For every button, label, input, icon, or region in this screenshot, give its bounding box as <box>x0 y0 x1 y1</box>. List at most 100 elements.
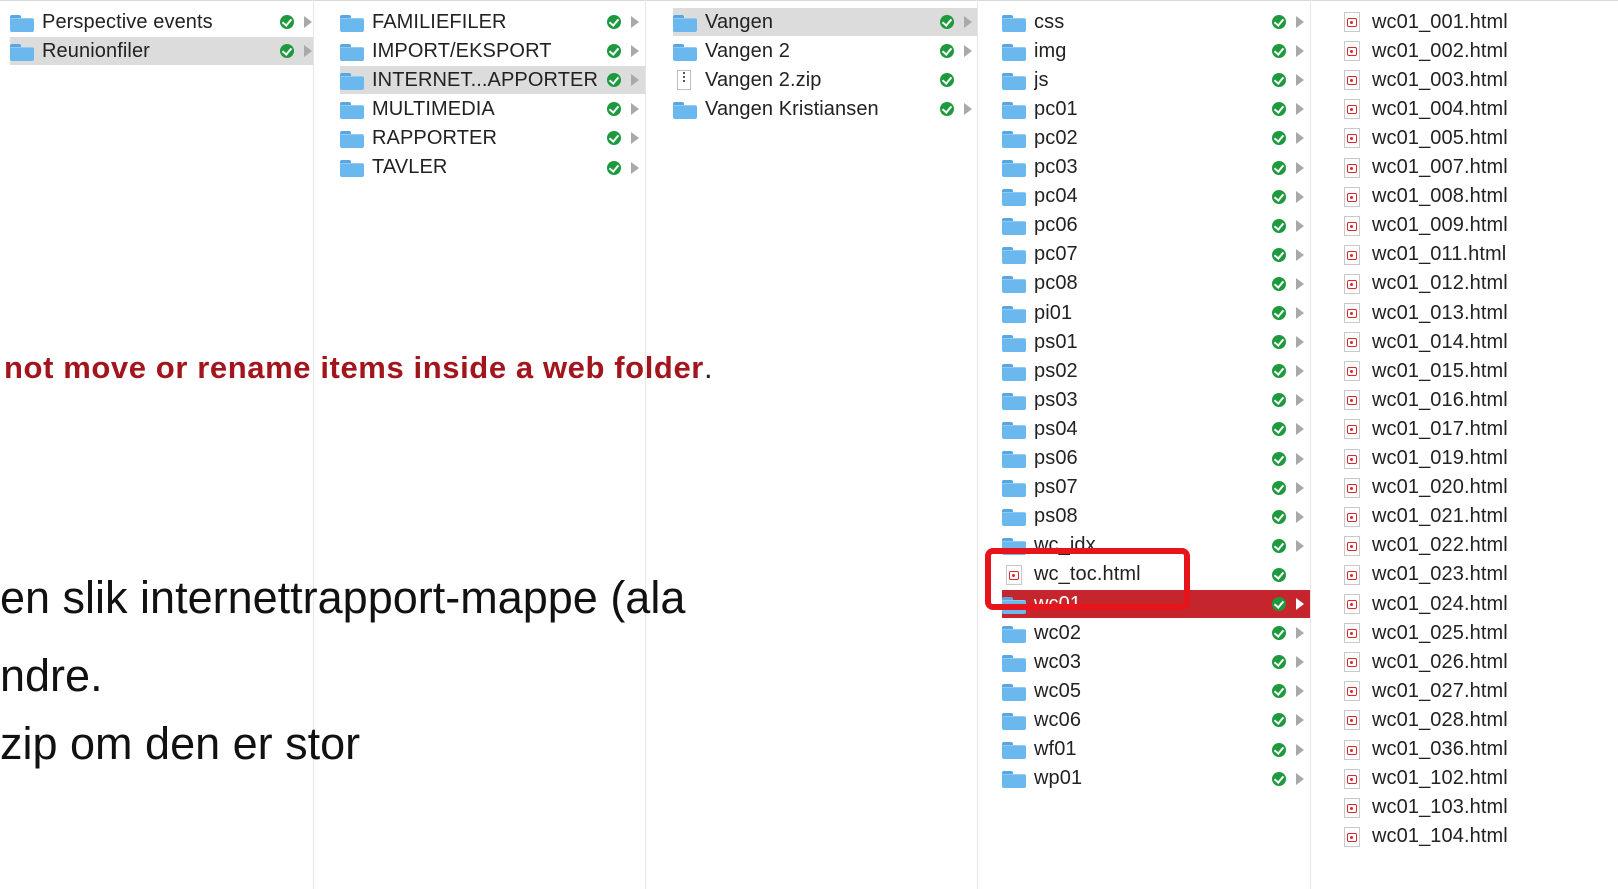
html-file-icon <box>1340 768 1364 790</box>
item-label: pc03 <box>1034 156 1078 178</box>
folder-row[interactable]: wc05 <box>1002 677 1310 705</box>
item-label: wc01_022.html <box>1372 534 1508 557</box>
file-row[interactable]: wc01_004.html <box>1340 95 1618 123</box>
folder-row[interactable]: pc06 <box>1002 212 1310 240</box>
file-row[interactable]: wc01_011.html <box>1340 241 1618 269</box>
file-row[interactable]: wc01_019.html <box>1340 445 1618 473</box>
folder-row[interactable]: js <box>1002 66 1310 94</box>
file-row[interactable]: wc01_024.html <box>1340 590 1618 618</box>
file-row[interactable]: wc01_017.html <box>1340 415 1618 443</box>
column-separator[interactable] <box>645 0 646 889</box>
column-separator[interactable] <box>1310 0 1311 889</box>
folder-icon <box>340 127 364 149</box>
file-row[interactable]: wc01_023.html <box>1340 561 1618 589</box>
folder-row[interactable]: pc08 <box>1002 270 1310 298</box>
chevron-right-icon <box>1296 16 1304 28</box>
file-row[interactable]: wc01_022.html <box>1340 532 1618 560</box>
item-label: wc01_015.html <box>1372 359 1508 382</box>
file-row[interactable]: wc01_027.html <box>1340 677 1618 705</box>
synced-check-icon <box>1272 538 1286 553</box>
file-row[interactable]: wc01_015.html <box>1340 357 1618 385</box>
folder-row[interactable]: pc03 <box>1002 154 1310 182</box>
folder-row[interactable]: Perspective events <box>10 8 313 36</box>
folder-row[interactable]: ps04 <box>1002 415 1310 443</box>
folder-row[interactable]: wf01 <box>1002 736 1310 764</box>
file-row[interactable]: Vangen 2.zip <box>673 66 977 94</box>
folder-icon <box>1002 302 1026 324</box>
file-row[interactable]: wc01_007.html <box>1340 154 1618 182</box>
folder-row[interactable]: pc07 <box>1002 241 1310 269</box>
file-row[interactable]: wc01_102.html <box>1340 765 1618 793</box>
file-row[interactable]: wc01_016.html <box>1340 386 1618 414</box>
synced-check-icon <box>1272 742 1286 757</box>
folder-row[interactable]: INTERNET...APPORTER <box>340 66 645 95</box>
file-row[interactable]: wc01_002.html <box>1340 37 1618 65</box>
item-label: pc01 <box>1034 97 1078 120</box>
folder-row[interactable]: css <box>1002 8 1310 36</box>
item-label: INTERNET...APPORTER <box>372 68 599 91</box>
file-row[interactable]: wc01_005.html <box>1340 124 1618 152</box>
item-label: wc01_025.html <box>1372 621 1508 644</box>
folder-row[interactable]: ps07 <box>1002 474 1310 502</box>
file-row[interactable]: wc01_028.html <box>1340 706 1618 734</box>
file-row[interactable]: wc01_021.html <box>1340 503 1618 531</box>
folder-row[interactable]: Vangen Kristiansen <box>673 95 977 123</box>
file-row[interactable]: wc01_003.html <box>1340 66 1618 94</box>
folder-row[interactable]: RAPPORTER <box>340 124 645 152</box>
file-row[interactable]: wc01_001.html <box>1340 8 1618 36</box>
chevron-right-icon <box>1296 510 1304 523</box>
html-file-icon <box>1340 331 1364 353</box>
item-label: wc01_009.html <box>1372 214 1508 237</box>
folder-icon <box>10 11 34 33</box>
folder-row[interactable]: pc01 <box>1002 95 1310 123</box>
folder-row[interactable]: wc02 <box>1002 619 1310 647</box>
folder-row[interactable]: Vangen 2 <box>673 37 977 65</box>
chevron-right-icon <box>1296 45 1304 58</box>
item-label: img <box>1034 39 1067 62</box>
folder-row[interactable]: img <box>1002 37 1310 65</box>
synced-check-icon <box>280 44 294 59</box>
folder-row[interactable]: pc04 <box>1002 183 1310 211</box>
folder-row[interactable]: wc03 <box>1002 648 1310 676</box>
folder-row[interactable]: Vangen <box>673 8 977 36</box>
folder-row[interactable]: wp01 <box>1002 765 1310 793</box>
folder-icon <box>1002 709 1026 731</box>
folder-row[interactable]: ps02 <box>1002 357 1310 385</box>
file-row[interactable]: wc01_036.html <box>1340 736 1618 764</box>
folder-row[interactable]: FAMILIEFILER <box>340 8 645 36</box>
file-row[interactable]: wc01_014.html <box>1340 328 1618 356</box>
folder-row[interactable]: TAVLER <box>340 154 645 182</box>
folder-row[interactable]: ps08 <box>1002 503 1310 531</box>
folder-row[interactable]: wc06 <box>1002 706 1310 734</box>
folder-row[interactable]: pc02 <box>1002 124 1310 152</box>
file-row[interactable]: wc01_008.html <box>1340 183 1618 211</box>
file-row[interactable]: wc01_103.html <box>1340 794 1618 822</box>
file-row[interactable]: wc01_013.html <box>1340 299 1618 327</box>
folder-row[interactable]: ps06 <box>1002 445 1310 473</box>
file-row[interactable]: wc01_012.html <box>1340 270 1618 298</box>
folder-icon <box>340 157 364 179</box>
folder-row[interactable]: IMPORT/EKSPORT <box>340 37 645 65</box>
item-label: ps07 <box>1034 476 1078 499</box>
item-label: wc01_102.html <box>1372 767 1508 790</box>
folder-row[interactable]: pi01 <box>1002 299 1310 327</box>
file-row[interactable]: wc01_025.html <box>1340 619 1618 647</box>
file-row[interactable]: wc01_020.html <box>1340 474 1618 502</box>
folder-icon <box>1002 448 1026 470</box>
html-file-icon <box>1340 622 1364 644</box>
folder-row[interactable]: Reunionfiler <box>10 37 313 66</box>
chevron-right-icon <box>304 45 312 58</box>
html-file-icon <box>1340 389 1364 411</box>
folder-row[interactable]: ps03 <box>1002 386 1310 414</box>
file-row[interactable]: wc01_026.html <box>1340 648 1618 676</box>
folder-row[interactable]: MULTIMEDIA <box>340 95 645 123</box>
folder-row[interactable]: ps01 <box>1002 328 1310 356</box>
synced-check-icon <box>1272 276 1286 291</box>
chevron-right-icon <box>631 16 639 28</box>
folder-icon <box>1002 186 1026 208</box>
chevron-right-icon <box>1296 161 1304 174</box>
column-separator[interactable] <box>977 0 978 889</box>
html-file-icon <box>1340 302 1364 324</box>
file-row[interactable]: wc01_009.html <box>1340 212 1618 240</box>
file-row[interactable]: wc01_104.html <box>1340 823 1618 851</box>
